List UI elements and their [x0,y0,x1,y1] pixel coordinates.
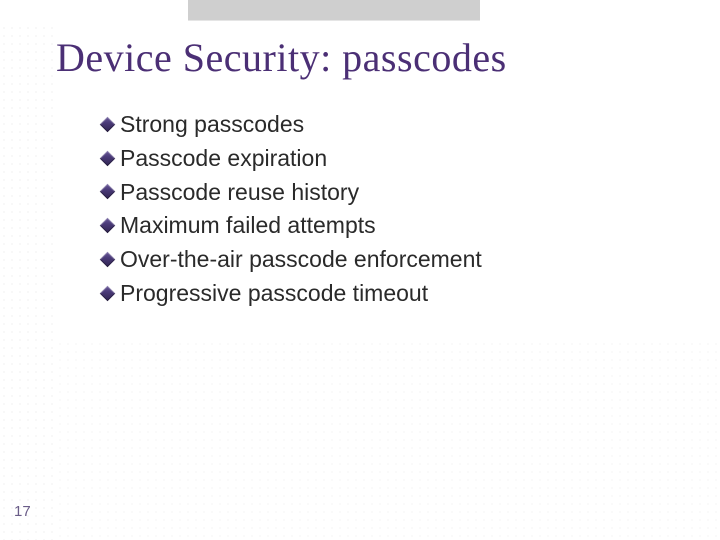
diamond-bullet-icon [100,150,116,166]
bullet-list: Strong passcodes Passcode expiration Pas… [102,110,680,313]
diamond-bullet-icon [100,252,116,268]
list-item: Over-the-air passcode enforcement [102,245,680,274]
list-item: Passcode expiration [102,144,680,173]
bullet-text: Passcode reuse history [120,178,359,207]
list-item: Maximum failed attempts [102,211,680,240]
bullet-text: Strong passcodes [120,110,304,139]
diamond-bullet-icon [100,285,116,301]
bullet-text: Passcode expiration [120,144,327,173]
slide-title: Device Security: passcodes [56,34,507,81]
bullet-text: Progressive passcode timeout [120,279,428,308]
bullet-text: Over-the-air passcode enforcement [120,245,482,274]
background-grid-left [0,24,56,540]
list-item: Progressive passcode timeout [102,279,680,308]
list-item: Strong passcodes [102,110,680,139]
list-item: Passcode reuse history [102,178,680,207]
diamond-bullet-icon [100,184,116,200]
page-number: 17 [14,503,31,520]
background-grid-bottom [56,340,720,540]
slide: Device Security: passcodes Strong passco… [0,0,720,540]
decorative-top-bar [188,0,480,20]
diamond-bullet-icon [100,117,116,133]
diamond-bullet-icon [100,218,116,234]
bullet-text: Maximum failed attempts [120,211,376,240]
